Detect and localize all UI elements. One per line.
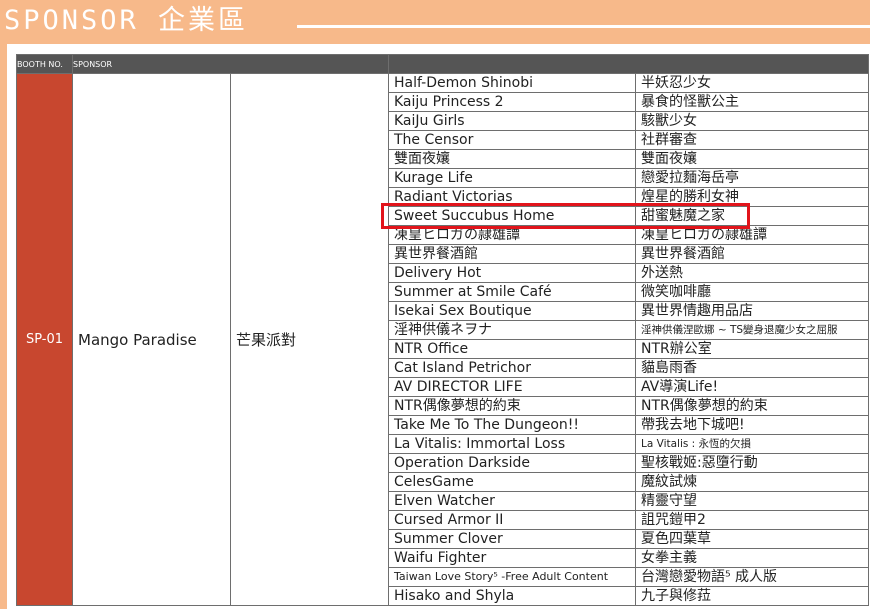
column-header-booth: BOOTH NO. — [16, 54, 73, 74]
game-title-en: Summer Clover — [388, 529, 636, 549]
column-header-games — [388, 54, 869, 74]
game-title-zh: 雙面夜孃 — [635, 149, 869, 169]
game-title-en: Operation Darkside — [388, 453, 636, 473]
page-title: SPONSOR 企業區 — [4, 5, 249, 36]
game-title-zh: 聖核戰姬:惡墮行動 — [635, 453, 869, 473]
game-title-zh: 貓島雨香 — [635, 358, 869, 378]
game-title-zh: 女拳主義 — [635, 548, 869, 568]
game-title-zh: 帶我去地下城吧! — [635, 415, 869, 435]
game-title-zh: 九子與修菈 — [635, 586, 869, 606]
game-title-zh: 駭獸少女 — [635, 111, 869, 131]
booth-number: SP-01 — [16, 73, 73, 606]
game-title-zh: AV導演Life! — [635, 377, 869, 397]
game-title-zh: 魔紋試煉 — [635, 472, 869, 492]
game-title-zh: 淫神供儀涅歐娜 ~ TS變身退魔少女之屈服 — [635, 320, 869, 340]
game-title-en: Isekai Sex Boutique — [388, 301, 636, 321]
game-title-zh: 異世界情趣用品店 — [635, 301, 869, 321]
game-title-en: AV DIRECTOR LIFE — [388, 377, 636, 397]
game-title-en: KaiJu Girls — [388, 111, 636, 131]
game-title-zh: NTR辦公室 — [635, 339, 869, 359]
game-title-en: Taiwan Love Story⁵ -Free Adult Content — [388, 567, 636, 587]
header-band: SPONSOR 企業區 — [0, 0, 870, 44]
game-title-en: Hisako and Shyla — [388, 586, 636, 606]
table-header-row: BOOTH NO. SPONSOR — [16, 54, 869, 74]
game-title-zh: 夏色四葉草 — [635, 529, 869, 549]
game-title-en: 雙面夜孃 — [388, 149, 636, 169]
game-title-zh: 社群審查 — [635, 130, 869, 150]
game-title-en: Take Me To The Dungeon!! — [388, 415, 636, 435]
game-title-en: Cursed Armor II — [388, 510, 636, 530]
game-title-zh: 暴食的怪獸公主 — [635, 92, 869, 112]
game-title-zh: La Vitalis : 永恆的欠損 — [635, 434, 869, 454]
game-title-en: NTR Office — [388, 339, 636, 359]
header-rule — [297, 25, 870, 28]
game-title-en: NTR偶像夢想的約束 — [388, 396, 636, 416]
game-title-en: 異世界餐酒館 — [388, 244, 636, 264]
game-title-zh: 半妖忍少女 — [635, 73, 869, 93]
highlight-box — [381, 203, 750, 229]
game-title-en: 淫神供儀ネヲナ — [388, 320, 636, 340]
game-title-en: The Censor — [388, 130, 636, 150]
game-title-en: Elven Watcher — [388, 491, 636, 511]
game-title-zh: 微笑咖啡廳 — [635, 282, 869, 302]
game-title-en: CelesGame — [388, 472, 636, 492]
game-title-en: Delivery Hot — [388, 263, 636, 283]
game-title-en: Half-Demon Shinobi — [388, 73, 636, 93]
column-header-sponsor: SPONSOR — [72, 54, 389, 74]
game-title-zh: 戀愛拉麵海岳亭 — [635, 168, 869, 188]
table-body: SP-01 Mango Paradise 芒果派對 Half-Demon Shinob… — [16, 73, 869, 606]
table-row: SP-01 Mango Paradise 芒果派對 Half-Demon Shinob… — [16, 73, 869, 606]
game-title-en: Kurage Life — [388, 168, 636, 188]
game-title-en: Kaiju Princess 2 — [388, 92, 636, 112]
game-title-zh: 詛咒鎧甲2 — [635, 510, 869, 530]
game-title-en: Cat Island Petrichor — [388, 358, 636, 378]
game-title-zh: 外送熱 — [635, 263, 869, 283]
game-title-zh: 台灣戀愛物語⁵ 成人版 — [635, 567, 869, 587]
game-title-en: La Vitalis: Immortal Loss — [388, 434, 636, 454]
sponsor-table: BOOTH NO. SPONSOR SP-01 Mango Paradise 芒果派… — [16, 54, 869, 606]
game-title-zh: NTR偶像夢想的約束 — [635, 396, 869, 416]
game-title-zh: 精靈守望 — [635, 491, 869, 511]
game-title-en: Summer at Smile Café — [388, 282, 636, 302]
sponsor-name-en: Mango Paradise — [72, 73, 231, 606]
sponsor-name-zh: 芒果派對 — [230, 73, 389, 606]
game-title-zh: 異世界餐酒館 — [635, 244, 869, 264]
game-title-en: Waifu Fighter — [388, 548, 636, 568]
